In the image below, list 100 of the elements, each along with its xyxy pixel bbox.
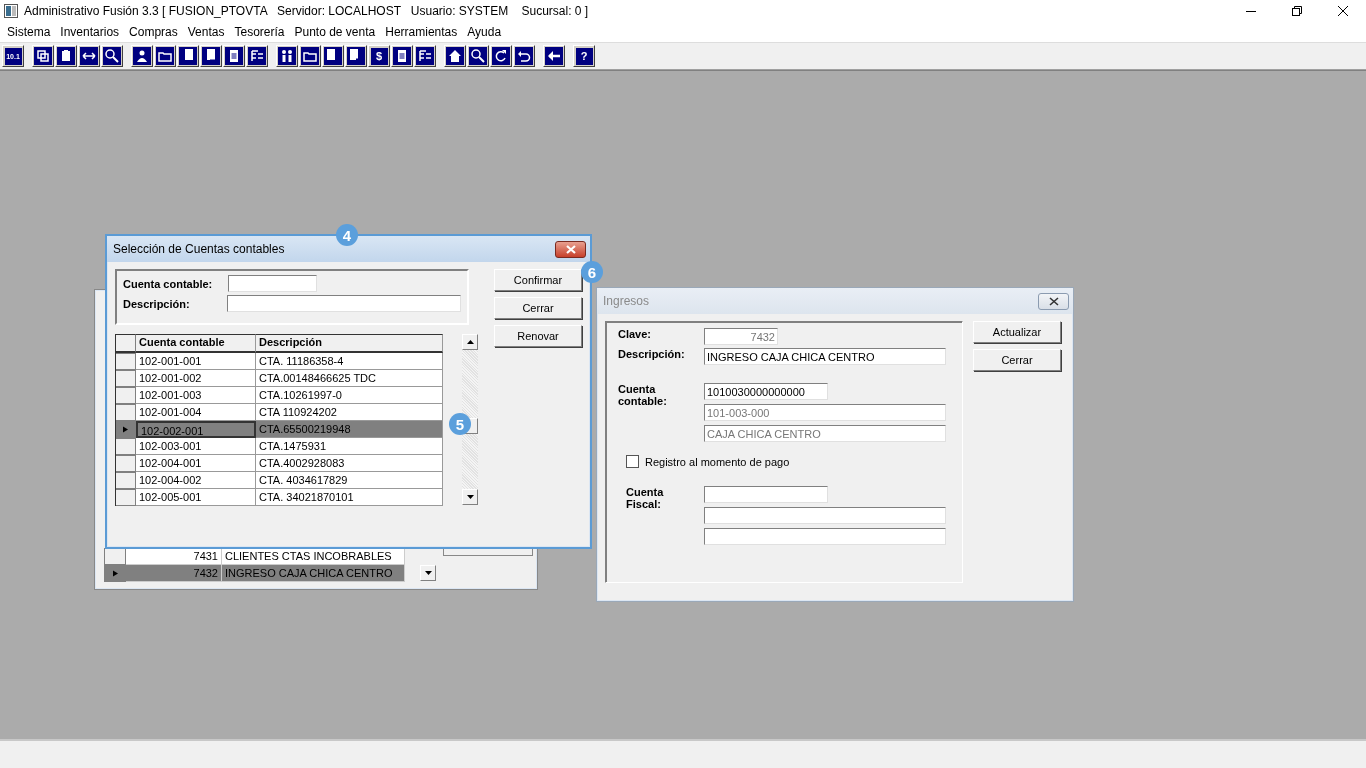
app-icon xyxy=(4,4,18,18)
row-indicator[interactable] xyxy=(116,353,136,370)
dialog-button[interactable]: Cerrar xyxy=(973,349,1061,371)
menu-item[interactable]: Compras xyxy=(124,25,183,39)
document-icon xyxy=(393,47,411,65)
scroll-down-button[interactable] xyxy=(420,565,436,581)
tree-list-icon xyxy=(248,47,266,65)
dialog-button[interactable]: Confirmar xyxy=(494,269,582,291)
row-indicator[interactable] xyxy=(116,472,136,489)
table-cell: 102-001-004 xyxy=(136,404,256,421)
table-cell: 7432 xyxy=(126,565,222,582)
checkbox[interactable] xyxy=(626,455,639,468)
table-cell: 102-001-003 xyxy=(136,387,256,404)
clipboard-icon xyxy=(57,47,75,65)
toolbar-button[interactable] xyxy=(299,45,321,67)
table-cell: 102-001-001 xyxy=(136,353,256,370)
table-cell: CTA.10261997-0 xyxy=(256,387,443,404)
table-cell: CTA.1475931 xyxy=(256,438,443,455)
field-label: Cuenta contable: xyxy=(618,383,668,409)
toolbar-button[interactable] xyxy=(246,45,268,67)
table-cell: 102-004-002 xyxy=(136,472,256,489)
window-title: Ingresos xyxy=(603,294,650,308)
input-field[interactable] xyxy=(704,486,828,503)
restore-icon[interactable] xyxy=(1292,6,1302,16)
toolbar-button[interactable] xyxy=(276,45,298,67)
toolbar-button[interactable] xyxy=(414,45,436,67)
row-pointer-icon xyxy=(111,570,119,577)
toolbar-button[interactable] xyxy=(391,45,413,67)
input-field[interactable] xyxy=(704,528,946,545)
table-cell: CTA 110924202 xyxy=(256,404,443,421)
menu-item[interactable]: Punto de venta xyxy=(289,25,381,39)
step-badge: 6 xyxy=(581,261,603,283)
toolbar-button[interactable] xyxy=(490,45,512,67)
row-indicator[interactable] xyxy=(116,421,136,438)
toolbar-button[interactable] xyxy=(154,45,176,67)
scroll-down-button[interactable] xyxy=(462,489,478,505)
tree-list-icon xyxy=(416,47,434,65)
row-indicator[interactable] xyxy=(116,404,136,421)
close-icon[interactable] xyxy=(1338,6,1348,16)
field-label: Cuenta Fiscal: xyxy=(625,486,665,512)
scroll-up-button[interactable] xyxy=(462,334,478,350)
close-button[interactable] xyxy=(555,240,586,258)
dialog-title: Selección de Cuentas contables xyxy=(113,242,285,256)
menu-item[interactable]: Tesorería xyxy=(229,25,290,39)
input-field[interactable] xyxy=(228,275,317,292)
input-field[interactable] xyxy=(704,507,946,524)
field-label: Descripción: xyxy=(123,297,191,310)
input-field[interactable]: 1010030000000000 xyxy=(704,383,828,400)
toolbar-button[interactable] xyxy=(467,45,489,67)
toolbar-button[interactable] xyxy=(55,45,77,67)
scrollbar[interactable] xyxy=(462,334,478,505)
field-label: Descripción: xyxy=(618,348,686,362)
row-indicator[interactable] xyxy=(116,438,136,455)
menu-item[interactable]: Sistema xyxy=(2,25,56,39)
people-icon xyxy=(278,47,296,65)
field-label: Cuenta contable: xyxy=(123,277,214,290)
menu-item[interactable]: Ayuda xyxy=(462,25,507,39)
table-cell: 102-003-001 xyxy=(136,438,256,455)
person-icon xyxy=(133,47,151,65)
folder-icon xyxy=(156,47,174,65)
input-field[interactable]: INGRESO CAJA CHICA CENTRO xyxy=(704,348,946,365)
row-indicator[interactable] xyxy=(116,455,136,472)
close-icon xyxy=(565,244,576,254)
table-cell: CTA. 4034617829 xyxy=(256,472,443,489)
input-field[interactable] xyxy=(226,295,461,312)
row-indicator[interactable] xyxy=(104,565,126,582)
toolbar-button[interactable] xyxy=(131,45,153,67)
folder-icon xyxy=(301,47,319,65)
down-arrow-icon xyxy=(424,571,432,575)
column-header[interactable]: Descripción xyxy=(256,334,443,353)
row-indicator[interactable] xyxy=(116,387,136,404)
menu-item[interactable]: Inventarios xyxy=(55,25,125,39)
copy-icon xyxy=(34,47,52,65)
table-cell: 102-005-001 xyxy=(136,489,256,506)
toolbar-button[interactable]: ? xyxy=(573,45,595,67)
table-cell: CTA.00148466625 TDC xyxy=(256,370,443,387)
toolbar-button[interactable] xyxy=(513,45,535,67)
toolbar-button[interactable] xyxy=(101,45,123,67)
menu-item[interactable]: Ventas xyxy=(182,25,230,39)
dialog-button[interactable]: Renovar xyxy=(494,325,582,347)
dialog-button[interactable]: Actualizar xyxy=(973,321,1061,343)
table-cell: 102-001-002 xyxy=(136,370,256,387)
menu-item[interactable]: Herramientas xyxy=(380,25,463,39)
table-cell: CTA. 11186358-4 xyxy=(256,353,443,370)
toolbar-button[interactable] xyxy=(444,45,466,67)
redo-icon xyxy=(492,47,510,65)
dialog-button[interactable]: Cerrar xyxy=(494,297,582,319)
toolbar-button[interactable] xyxy=(32,45,54,67)
row-indicator[interactable] xyxy=(116,370,136,387)
toolbar-button[interactable] xyxy=(543,45,565,67)
window-title: Administrativo Fusión 3.3 [ FUSION_PTOVTA Servidor: LOCALHOST Usuario: SYSTEM Sucursal: 0 ] xyxy=(24,4,589,18)
field-label: Clave: xyxy=(618,328,653,342)
toolbar-button[interactable] xyxy=(223,45,245,67)
toolbar-button[interactable]: $ xyxy=(368,45,390,67)
up-arrow-icon xyxy=(466,340,474,344)
row-pointer-icon xyxy=(122,426,129,433)
row-indicator[interactable] xyxy=(116,489,136,506)
table-cell: CTA.65500219948 xyxy=(256,421,443,438)
toolbar-button[interactable] xyxy=(78,45,100,67)
column-header[interactable]: Cuenta contable xyxy=(136,334,256,353)
